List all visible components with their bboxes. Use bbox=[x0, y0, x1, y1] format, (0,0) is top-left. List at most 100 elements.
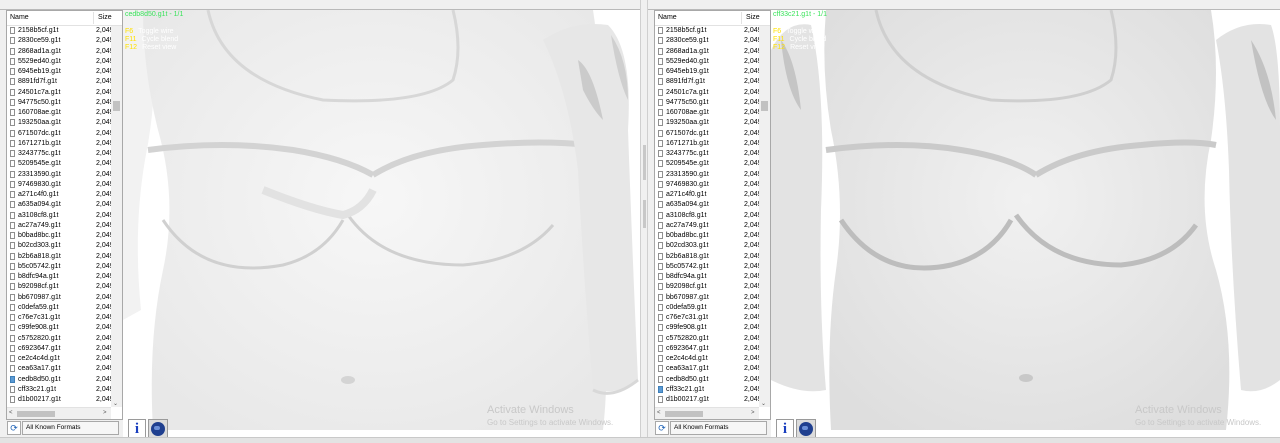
scroll-left-arrow[interactable]: < bbox=[9, 410, 13, 416]
file-list-item[interactable]: 6945eb19.g1t 2,049 bbox=[655, 67, 762, 77]
file-list-item[interactable]: bb670987.g1t 2,049 bbox=[7, 293, 114, 303]
column-header-size[interactable]: Size bbox=[98, 14, 112, 21]
file-list-item[interactable]: c0defa59.g1t 2,049 bbox=[7, 303, 114, 313]
file-list-item[interactable]: 24501c7a.g1t 2,049 bbox=[7, 88, 114, 98]
file-list-item[interactable]: 2830ce59.g1t 2,049 bbox=[7, 36, 114, 46]
file-list-item[interactable]: 5529ed40.g1t 2,049 bbox=[7, 57, 114, 67]
globe-icon[interactable] bbox=[148, 419, 168, 439]
file-list-item[interactable]: 193250aa.g1t 2,049 bbox=[655, 118, 762, 128]
file-list-item[interactable]: 1671271b.g1t 2,049 bbox=[7, 139, 114, 149]
scrollbar-thumb[interactable] bbox=[761, 101, 768, 111]
file-list-item[interactable]: b92098cf.g1t 2,049 bbox=[655, 282, 762, 292]
file-list-item[interactable]: bb670987.g1t 2,049 bbox=[655, 293, 762, 303]
file-list-item[interactable]: d1b00217.g1t 2,049 bbox=[655, 395, 762, 405]
file-list-item[interactable]: 671507dc.g1t 2,049 bbox=[7, 129, 114, 139]
refresh-icon[interactable]: ⟳ bbox=[655, 421, 669, 435]
globe-icon[interactable] bbox=[796, 419, 816, 439]
file-list-item[interactable]: 160708ae.g1t 2,049 bbox=[7, 108, 114, 118]
column-separator[interactable] bbox=[741, 12, 742, 24]
file-list-item[interactable]: 671507dc.g1t 2,049 bbox=[655, 129, 762, 139]
file-list-item[interactable]: 94775c50.g1t 2,049 bbox=[7, 98, 114, 108]
info-icon[interactable]: i bbox=[128, 419, 146, 439]
file-list-item[interactable]: c76e7c31.g1t 2,049 bbox=[7, 313, 114, 323]
vertical-scrollbar[interactable]: ⌄ bbox=[759, 26, 770, 407]
file-list-item[interactable]: cedb8d50.g1t 2,049 bbox=[655, 375, 762, 385]
file-list-item[interactable]: 3243775c.g1t 2,049 bbox=[655, 149, 762, 159]
format-filter-dropdown[interactable]: All Known Formats bbox=[670, 421, 767, 435]
scrollbar-thumb[interactable] bbox=[113, 101, 120, 111]
file-list-item[interactable]: 94775c50.g1t 2,049 bbox=[655, 98, 762, 108]
file-list-item[interactable]: ac27a749.g1t 2,049 bbox=[7, 221, 114, 231]
file-list-item[interactable]: b2b6a818.g1t 2,049 bbox=[655, 252, 762, 262]
file-list-item[interactable]: cff33c21.g1t 2,049 bbox=[655, 385, 762, 395]
file-list-item[interactable]: 8891fd7f.g1t 2,049 bbox=[655, 77, 762, 87]
file-list-panel[interactable]: Name Size 2158b5cf.g1t 2,049 2830ce59.g1t 2… bbox=[654, 10, 771, 420]
file-list-item[interactable]: 160708ae.g1t 2,049 bbox=[655, 108, 762, 118]
column-separator[interactable] bbox=[93, 12, 94, 24]
column-header-name[interactable]: Name bbox=[658, 14, 677, 21]
file-list-item[interactable]: cea63a17.g1t 2,049 bbox=[7, 364, 114, 374]
file-list-item[interactable]: a271c4f0.g1t 2,049 bbox=[7, 190, 114, 200]
texture-viewer[interactable]: cedb8d50.g1t - 1/1 F6 Toggle wire F11 Cycl… bbox=[123, 10, 640, 442]
file-list-item[interactable]: 193250aa.g1t 2,049 bbox=[7, 118, 114, 128]
column-header-size[interactable]: Size bbox=[746, 14, 760, 21]
scrollbar-thumb[interactable] bbox=[17, 411, 55, 417]
file-list-item[interactable]: c99fe908.g1t 2,049 bbox=[655, 323, 762, 333]
file-list-item[interactable]: b8dfc94a.g1t 2,049 bbox=[7, 272, 114, 282]
file-list-item[interactable]: 1671271b.g1t 2,049 bbox=[655, 139, 762, 149]
file-list-item[interactable]: b5c05742.g1t 2,049 bbox=[7, 262, 114, 272]
file-list-item[interactable]: 5529ed40.g1t 2,049 bbox=[655, 57, 762, 67]
file-list-item[interactable]: b5c05742.g1t 2,049 bbox=[655, 262, 762, 272]
file-list-item[interactable]: a3108cf8.g1t 2,049 bbox=[7, 211, 114, 221]
file-list-item[interactable]: b92098cf.g1t 2,049 bbox=[7, 282, 114, 292]
file-list-item[interactable]: c5752820.g1t 2,049 bbox=[655, 334, 762, 344]
horizontal-scrollbar[interactable]: < > bbox=[655, 407, 759, 419]
file-list-item[interactable]: b0bad8bc.g1t 2,049 bbox=[655, 231, 762, 241]
file-list-item[interactable]: 3243775c.g1t 2,049 bbox=[7, 149, 114, 159]
file-list-item[interactable]: b02cd303.g1t 2,049 bbox=[7, 241, 114, 251]
file-list-item[interactable]: 2830ce59.g1t 2,049 bbox=[655, 36, 762, 46]
scroll-down-arrow[interactable]: ⌄ bbox=[113, 400, 118, 407]
file-list-item[interactable]: 6945eb19.g1t 2,049 bbox=[7, 67, 114, 77]
file-list-item[interactable]: b02cd303.g1t 2,049 bbox=[655, 241, 762, 251]
scroll-right-arrow[interactable]: > bbox=[751, 410, 755, 416]
texture-viewer[interactable]: cff33c21.g1t - 1/1 F6 Toggle wire F11 Cycl… bbox=[771, 10, 1280, 442]
pane-divider[interactable] bbox=[640, 0, 648, 442]
file-list-item[interactable]: 2868ad1a.g1t 2,049 bbox=[7, 47, 114, 57]
file-list-item[interactable]: 24501c7a.g1t 2,049 bbox=[655, 88, 762, 98]
file-list-item[interactable]: 2158b5cf.g1t 2,049 bbox=[7, 26, 114, 36]
file-list-item[interactable]: 23313590.g1t 2,049 bbox=[7, 170, 114, 180]
file-list-item[interactable]: ce2c4c4d.g1t 2,049 bbox=[655, 354, 762, 364]
file-list-item[interactable]: 5209545e.g1t 2,049 bbox=[655, 159, 762, 169]
file-list-item[interactable]: b0bad8bc.g1t 2,049 bbox=[7, 231, 114, 241]
file-list-item[interactable]: c5752820.g1t 2,049 bbox=[7, 334, 114, 344]
file-list-item[interactable]: ac27a749.g1t 2,049 bbox=[655, 221, 762, 231]
file-list-item[interactable]: c6923647.g1t 2,049 bbox=[7, 344, 114, 354]
scroll-down-arrow[interactable]: ⌄ bbox=[761, 400, 766, 407]
scrollbar-thumb[interactable] bbox=[665, 411, 703, 417]
file-list-item[interactable]: ce2c4c4d.g1t 2,049 bbox=[7, 354, 114, 364]
format-filter-dropdown[interactable]: All Known Formats bbox=[22, 421, 119, 435]
info-icon[interactable]: i bbox=[776, 419, 794, 439]
file-list-item[interactable]: 2158b5cf.g1t 2,049 bbox=[655, 26, 762, 36]
file-list-panel[interactable]: Name Size 2158b5cf.g1t 2,049 2830ce59.g1t 2… bbox=[6, 10, 123, 420]
file-list-item[interactable]: a271c4f0.g1t 2,049 bbox=[655, 190, 762, 200]
file-list-item[interactable]: b8dfc94a.g1t 2,049 bbox=[655, 272, 762, 282]
file-list-item[interactable]: c6923647.g1t 2,049 bbox=[655, 344, 762, 354]
horizontal-scrollbar[interactable]: < > bbox=[7, 407, 111, 419]
file-list-item[interactable]: 2868ad1a.g1t 2,049 bbox=[655, 47, 762, 57]
file-list-item[interactable]: cff33c21.g1t 2,049 bbox=[7, 385, 114, 395]
file-list-item[interactable]: a635a094.g1t 2,049 bbox=[7, 200, 114, 210]
file-list-item[interactable]: a3108cf8.g1t 2,049 bbox=[655, 211, 762, 221]
column-header-name[interactable]: Name bbox=[10, 14, 29, 21]
file-list-item[interactable]: c99fe908.g1t 2,049 bbox=[7, 323, 114, 333]
file-list-item[interactable]: cea63a17.g1t 2,049 bbox=[655, 364, 762, 374]
file-list-item[interactable]: 8891fd7f.g1t 2,049 bbox=[7, 77, 114, 87]
scroll-right-arrow[interactable]: > bbox=[103, 410, 107, 416]
vertical-scrollbar[interactable]: ⌄ bbox=[111, 26, 122, 407]
file-list-item[interactable]: a635a094.g1t 2,049 bbox=[655, 200, 762, 210]
file-list-item[interactable]: 97469830.g1t 2,049 bbox=[655, 180, 762, 190]
refresh-icon[interactable]: ⟳ bbox=[7, 421, 21, 435]
file-list-item[interactable]: cedb8d50.g1t 2,049 bbox=[7, 375, 114, 385]
file-list-item[interactable]: d1b00217.g1t 2,049 bbox=[7, 395, 114, 405]
